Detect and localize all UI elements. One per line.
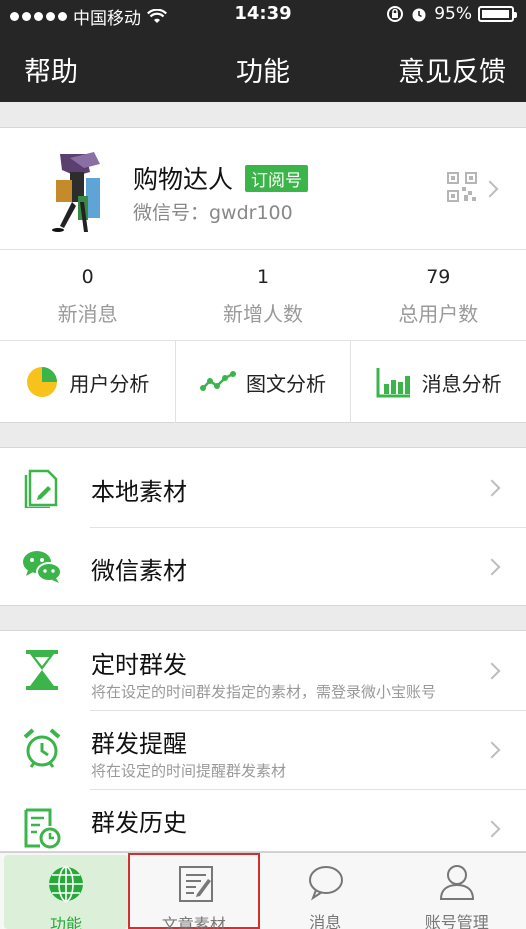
broadcast-card: 定时群发 将在设定的时间群发指定的素材，需登录微小宝账号 群发提醒 将在设定的时…: [0, 630, 526, 852]
chevron-right-icon: [483, 479, 501, 497]
history-icon: [24, 808, 61, 849]
status-bar: 中国移动 14:39 95%: [0, 0, 526, 30]
tab-label: 账号管理: [424, 913, 489, 929]
account-name: 购物达人: [133, 165, 234, 194]
stat-label: 新增人数: [222, 302, 303, 326]
user-analysis-button[interactable]: 用户分析: [0, 341, 176, 423]
bar-chart-icon: [376, 368, 410, 398]
user-icon: [439, 865, 475, 900]
qr-code-icon[interactable]: [447, 172, 477, 202]
account-card: 购物达人 订阅号 微信号：gwdr100 0 新消息 1 新增人数 79 总用户…: [0, 127, 526, 423]
account-header[interactable]: 购物达人 订阅号 微信号：gwdr100: [0, 128, 526, 250]
stat-value: 0: [81, 266, 94, 288]
battery-fill: [482, 10, 509, 18]
line-chart-icon: [200, 371, 236, 391]
local-materials-label: 本地素材: [91, 478, 187, 506]
chevron-right-icon: [483, 741, 501, 759]
tab-label: 功能: [49, 915, 82, 929]
article-icon: [179, 866, 213, 902]
scheduled-broadcast-label: 定时群发: [91, 651, 187, 679]
broadcast-history-label: 群发历史: [91, 809, 187, 837]
user-analysis-label: 用户分析: [69, 371, 150, 396]
scheduled-broadcast-item[interactable]: 定时群发 将在设定的时间群发指定的素材，需登录微小宝账号: [0, 631, 526, 710]
materials-card: 本地素材 微信素材: [0, 447, 526, 606]
broadcast-reminder-label: 群发提醒: [91, 730, 187, 758]
article-analysis-label: 图文分析: [246, 371, 326, 396]
wechat-materials-label: 微信素材: [91, 557, 187, 585]
tab-bar: 功能 文章素材 消息 账号管理: [0, 852, 526, 929]
wechat-id: 微信号：gwdr100: [133, 202, 293, 224]
stat-total-users[interactable]: 79 总用户数: [351, 250, 526, 340]
stat-value: 79: [426, 266, 451, 288]
chevron-right-icon: [483, 558, 501, 576]
scheduled-broadcast-description: 将在设定的时间群发指定的素材，需登录微小宝账号: [91, 683, 437, 701]
tab-messages[interactable]: 消息: [260, 853, 392, 929]
wechat-icon: [23, 551, 62, 583]
tab-article-materials[interactable]: 文章素材: [128, 853, 260, 929]
chevron-right-icon: [483, 662, 501, 680]
analysis-row: 用户分析 图文分析 消息分析: [0, 341, 526, 423]
rotation-lock-icon: [387, 6, 404, 22]
navigation-bar: 帮助 功能 意见反馈: [0, 30, 526, 102]
battery-percent: 95%: [434, 4, 472, 24]
chat-bubble-icon: [308, 866, 343, 901]
stat-label: 总用户数: [398, 302, 479, 326]
chevron-right-icon: [481, 180, 499, 198]
stat-value: 1: [256, 266, 270, 288]
tab-label: 消息: [309, 913, 342, 929]
message-analysis-label: 消息分析: [421, 371, 502, 396]
globe-icon: [49, 866, 83, 902]
document-edit-icon: [24, 469, 58, 508]
message-analysis-button[interactable]: 消息分析: [351, 341, 526, 423]
local-materials-item[interactable]: 本地素材: [0, 448, 526, 527]
alarm-icon: [412, 8, 426, 22]
status-right-group: 95%: [386, 4, 517, 24]
stat-new-followers[interactable]: 1 新增人数: [175, 250, 350, 340]
pie-chart-icon: [27, 367, 58, 397]
stats-row: 0 新消息 1 新增人数 79 总用户数: [0, 250, 526, 341]
chevron-right-icon: [483, 820, 501, 838]
hourglass-icon: [26, 650, 58, 690]
stat-new-messages[interactable]: 0 新消息: [0, 250, 175, 340]
tab-account-management[interactable]: 账号管理: [391, 853, 523, 929]
alarm-clock-icon: [23, 728, 61, 768]
tab-functions[interactable]: 功能: [4, 855, 128, 929]
avatar: [40, 150, 108, 238]
battery-icon: [478, 6, 517, 22]
account-type-badge: 订阅号: [245, 165, 308, 192]
stat-label: 新消息: [57, 302, 118, 326]
tab-label: 文章素材: [161, 915, 226, 929]
wechat-materials-item[interactable]: 微信素材: [0, 527, 526, 606]
broadcast-reminder-item[interactable]: 群发提醒 将在设定的时间提醒群发素材: [0, 710, 526, 789]
feedback-button[interactable]: 意见反馈: [398, 50, 506, 89]
article-analysis-button[interactable]: 图文分析: [176, 341, 352, 423]
broadcast-reminder-description: 将在设定的时间提醒群发素材: [91, 762, 287, 780]
